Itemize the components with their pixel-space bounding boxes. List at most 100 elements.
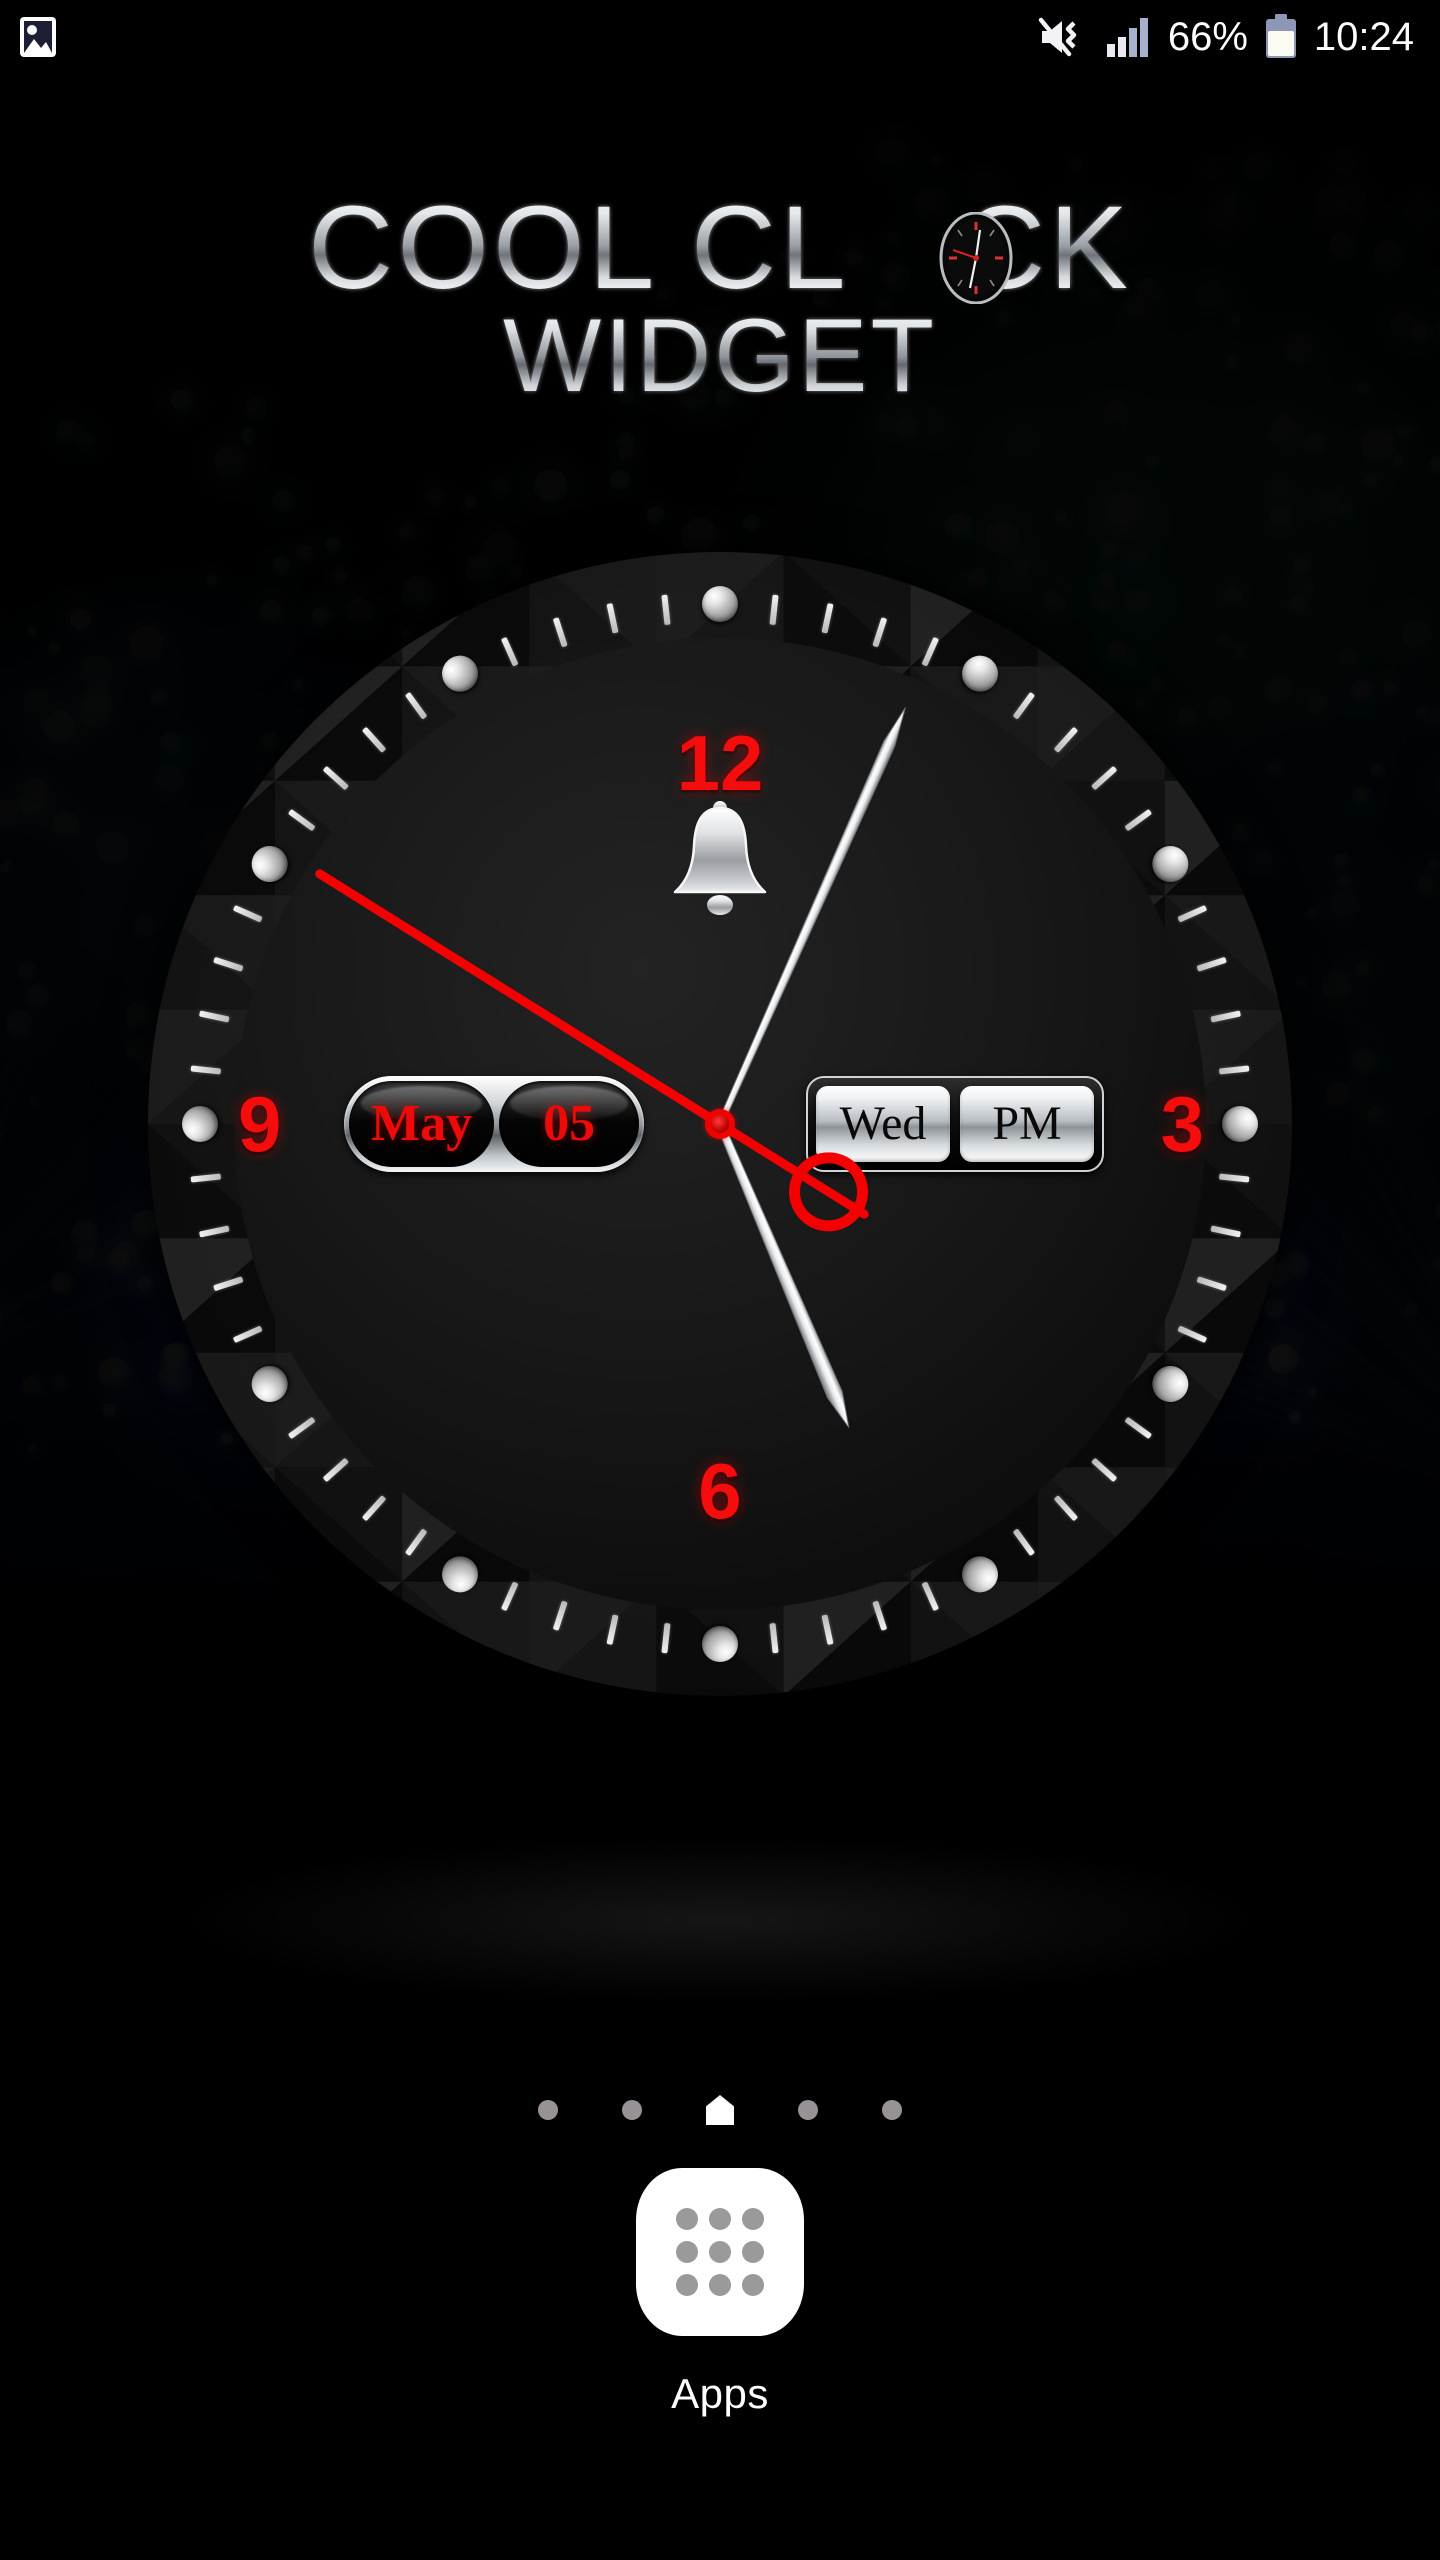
- fiber-light-dot: [984, 519, 1019, 554]
- fiber-light-dot: [1270, 506, 1293, 529]
- fiber-light-dot: [1333, 154, 1356, 177]
- apps-dot: [708, 2240, 731, 2263]
- page-indicator[interactable]: [0, 2095, 1440, 2125]
- page-dot-5[interactable]: [882, 2100, 902, 2120]
- battery-percent-label: 66%: [1167, 15, 1248, 59]
- fiber-light-dot: [6, 1009, 34, 1038]
- fiber-light-dot: [1337, 502, 1356, 522]
- apps-dot: [676, 2208, 699, 2231]
- page-dot-4[interactable]: [798, 2100, 818, 2120]
- fiber-light-dot: [1396, 424, 1414, 442]
- fiber-light-dot: [1382, 681, 1397, 696]
- fiber-light-dot: [398, 522, 416, 540]
- fiber-light-dot: [80, 654, 114, 689]
- apps-dot: [676, 2273, 699, 2296]
- page-dot-home[interactable]: [706, 2095, 734, 2125]
- fiber-light-dot: [76, 1244, 95, 1264]
- fiber-light-dot: [1350, 785, 1373, 808]
- fiber-light-dot: [1054, 511, 1068, 525]
- fiber-light-dot: [1303, 432, 1331, 460]
- status-bar-clock: 10:24: [1313, 15, 1414, 59]
- fiber-light-dot: [1106, 500, 1141, 535]
- fiber-light-dot: [52, 811, 80, 839]
- fiber-light-dot: [23, 778, 50, 805]
- sound-mute-vibrate-icon: [1038, 17, 1077, 57]
- fiber-light-dot: [1360, 428, 1397, 464]
- brand-title-line-1: COOL CL CK: [0, 188, 1440, 308]
- fiber-light-dot: [1401, 619, 1432, 650]
- battery-icon: [1265, 14, 1296, 58]
- apps-dot: [676, 2240, 699, 2263]
- brand-title: COOL CL CK WIDGET: [0, 188, 1440, 412]
- fiber-light-dot: [1403, 1302, 1422, 1322]
- fiber-light-dot: [1306, 908, 1320, 921]
- fiber-light-dot: [1293, 976, 1311, 993]
- page-dot-1[interactable]: [538, 2100, 558, 2120]
- fiber-light-dot: [1267, 414, 1303, 450]
- fiber-light-dot: [95, 830, 130, 865]
- signal-bars-icon: [1106, 18, 1148, 57]
- brand-title-part-before: COOL CL: [308, 182, 850, 314]
- fiber-light-dot: [1321, 971, 1351, 1001]
- apps-dot: [741, 2240, 764, 2263]
- fiber-light-dot: [101, 1403, 116, 1418]
- clock-widget[interactable]: 12 3 6 9 May 05 Wed PM: [148, 552, 1292, 1696]
- fiber-light-dot: [239, 428, 256, 444]
- fiber-light-dot: [743, 514, 761, 533]
- fiber-light-dot: [876, 134, 911, 170]
- status-bar[interactable]: 66% 10:24: [0, 0, 1440, 74]
- fiber-light-dot: [610, 470, 631, 491]
- fiber-light-dot: [534, 468, 569, 503]
- fiber-light-dot: [1367, 1106, 1384, 1123]
- apps-label: Apps: [671, 2370, 769, 2417]
- home-screen: 66% 10:24 COOL CL CK WIDGET 12 3 6 9 May…: [0, 0, 1440, 2560]
- fiber-light-dot: [1433, 1257, 1440, 1273]
- fiber-light-dot: [16, 962, 38, 984]
- apps-grid-icon[interactable]: [636, 2168, 804, 2336]
- fiber-light-dot: [1363, 474, 1380, 491]
- fiber-light-dot: [1268, 477, 1295, 503]
- fiber-light-dot: [1202, 161, 1222, 181]
- status-bar-left: [18, 15, 58, 59]
- fiber-light-dot: [213, 445, 248, 479]
- status-bar-right: 66% 10:24: [1038, 14, 1414, 60]
- fiber-light-dot: [930, 155, 943, 168]
- fiber-light-dot: [1330, 890, 1361, 920]
- fiber-light-dot: [69, 609, 91, 631]
- fiber-light-dot: [1004, 423, 1040, 459]
- fiber-light-dot: [465, 496, 477, 508]
- fiber-light-dot: [55, 419, 82, 445]
- fiber-light-dot: [1428, 858, 1440, 872]
- apps-dot: [741, 2208, 764, 2231]
- fiber-light-dot: [646, 506, 666, 526]
- fiber-light-dot: [1304, 582, 1316, 595]
- fiber-light-dot: [49, 1270, 80, 1301]
- fiber-light-dot: [490, 476, 513, 499]
- fiber-light-dot: [272, 488, 297, 513]
- brand-mini-clock-icon: [939, 212, 1013, 304]
- fiber-light-dot: [1355, 959, 1373, 977]
- page-dot-2[interactable]: [622, 2100, 642, 2120]
- fiber-light-dot: [1349, 678, 1377, 706]
- fiber-light-dot: [22, 687, 54, 718]
- fiber-light-dot: [48, 642, 61, 655]
- apps-dot: [708, 2208, 731, 2231]
- fiber-light-dot: [1144, 454, 1162, 471]
- fiber-light-dot: [1243, 151, 1277, 186]
- fiber-light-dot: [1370, 763, 1386, 779]
- apps-dot: [708, 2273, 731, 2296]
- apps-shortcut[interactable]: Apps: [0, 2168, 1440, 2418]
- fiber-light-dot: [1392, 455, 1404, 466]
- fiber-light-dot: [104, 1247, 135, 1278]
- fiber-light-dot: [1292, 558, 1311, 577]
- fiber-light-dot: [945, 512, 976, 544]
- brand-title-line-2: WIDGET: [0, 302, 1440, 411]
- fiber-light-dot: [1350, 1048, 1381, 1078]
- fiber-light-dot: [893, 412, 927, 446]
- fiber-light-dot: [24, 983, 55, 1014]
- home-icon: [706, 2095, 734, 2125]
- apps-dot: [741, 2273, 764, 2296]
- fiber-light-dot: [97, 1357, 131, 1390]
- fiber-light-dot: [1338, 874, 1352, 889]
- fiber-light-dot: [27, 625, 39, 637]
